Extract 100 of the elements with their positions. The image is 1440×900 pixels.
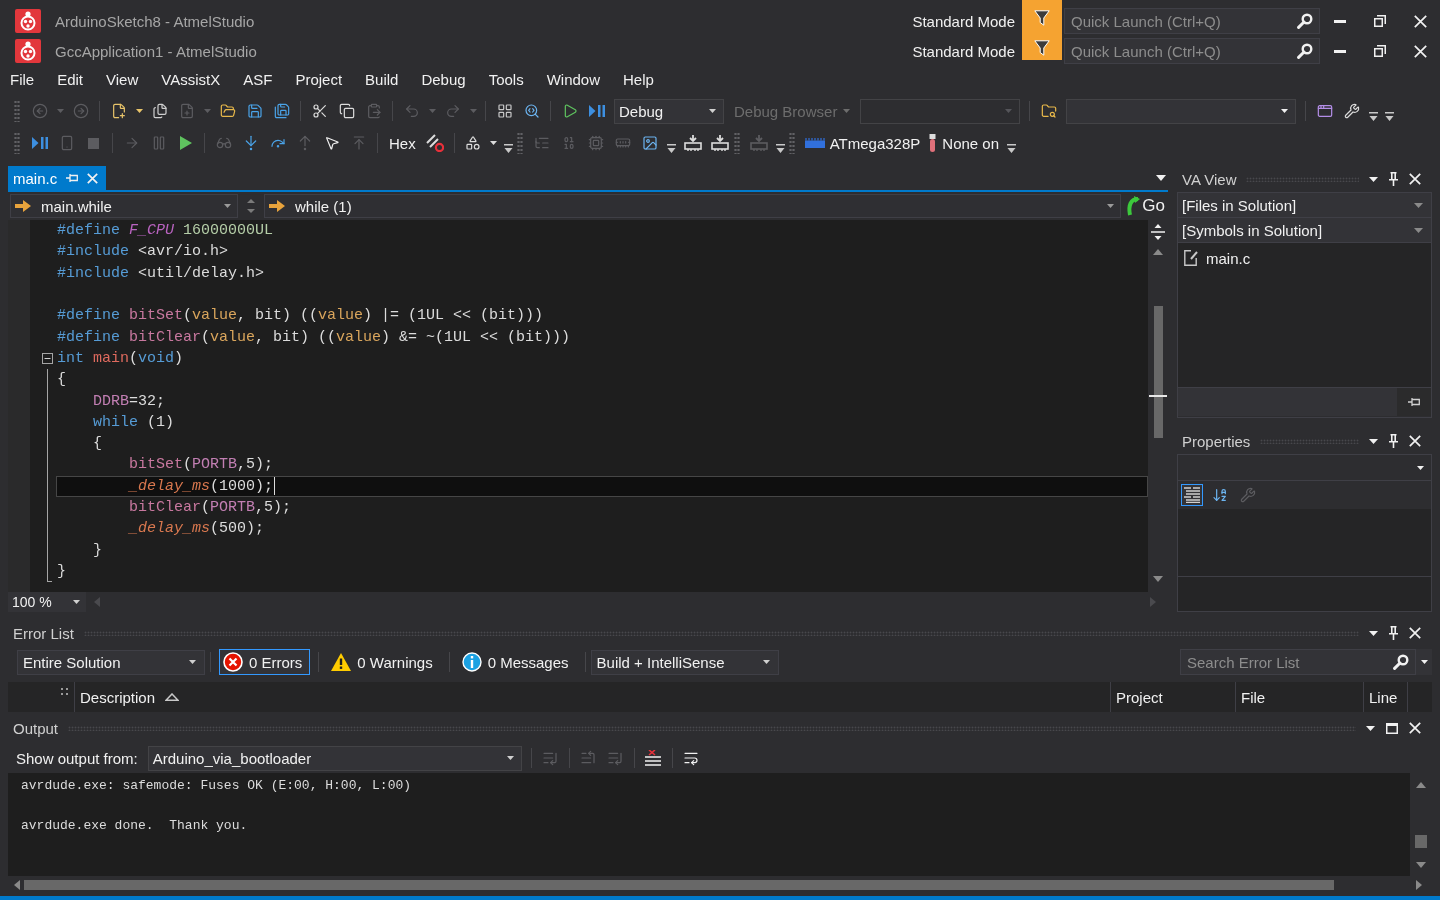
error-search-field[interactable]: Search Error List (1180, 649, 1416, 675)
caret-icon[interactable] (1369, 176, 1378, 182)
folder-icon[interactable] (219, 103, 236, 119)
word-wrap-icon[interactable] (683, 750, 700, 766)
scrollbar-thumb[interactable] (24, 880, 1334, 890)
source-dropdown[interactable]: Build + IntelliSense (590, 649, 779, 675)
scroll-down-icon[interactable] (1153, 576, 1163, 582)
column-header[interactable]: File (1236, 682, 1364, 712)
toolbar-overflow-icon[interactable] (1384, 112, 1394, 121)
maximize-icon[interactable] (1386, 722, 1398, 734)
caret-icon[interactable] (1369, 630, 1378, 636)
menu-item[interactable]: VAssistX (151, 69, 234, 91)
caret-icon[interactable] (135, 109, 143, 113)
title-grip[interactable] (68, 725, 1356, 731)
caret-icon[interactable] (490, 141, 498, 145)
menu-item[interactable]: Window (536, 69, 613, 91)
minimize-icon[interactable] (1334, 49, 1346, 53)
dots-icon[interactable] (61, 688, 68, 695)
pin-icon[interactable] (1389, 172, 1398, 186)
filter-button[interactable] (1022, 0, 1062, 36)
close-icon[interactable] (1413, 44, 1427, 58)
menu-item[interactable]: ASF (233, 69, 286, 91)
filter-toggle[interactable]: 0 Warnings (327, 649, 441, 675)
menu-item[interactable]: Tools (478, 69, 537, 91)
filter-button[interactable] (1022, 36, 1062, 60)
menu-item[interactable]: Project (285, 69, 356, 91)
slashes-circle-icon[interactable] (426, 134, 445, 152)
toolbar-overflow-icon[interactable] (1006, 144, 1016, 153)
scope-dropdown[interactable]: main.while (10, 194, 238, 218)
scroll-up-icon[interactable] (1416, 782, 1426, 788)
close-icon[interactable] (1409, 173, 1421, 185)
save-icon[interactable] (246, 103, 263, 119)
column-header[interactable]: Project (1111, 682, 1236, 712)
caret-icon[interactable] (1156, 175, 1166, 181)
chip-download-icon[interactable] (684, 135, 703, 151)
toolbar-overflow-icon[interactable] (667, 144, 677, 153)
scroll-right-icon[interactable] (1416, 880, 1422, 890)
quick-launch-field[interactable]: Quick Launch (Ctrl+Q) (1064, 38, 1320, 64)
shapes-icon[interactable] (465, 135, 482, 151)
member-dropdown[interactable]: while (1) (264, 194, 1122, 218)
tool-button[interactable]: None on (924, 131, 1003, 155)
menu-item[interactable]: Build (355, 69, 412, 91)
title-grip[interactable] (1260, 438, 1359, 444)
search-icon[interactable] (1297, 43, 1313, 59)
list-x-icon[interactable] (645, 750, 662, 766)
collapse-icon[interactable] (42, 352, 53, 364)
scroll-up-icon[interactable] (1153, 249, 1163, 255)
file-plus-icon[interactable] (110, 103, 127, 119)
pin-button[interactable] (1397, 388, 1431, 416)
filter-toggle[interactable]: 0 Errors (219, 649, 311, 675)
save-all-icon[interactable] (273, 103, 290, 119)
arrows-bar-icon[interactable] (1151, 224, 1165, 240)
restore-icon[interactable] (1374, 45, 1386, 57)
symbols-dropdown[interactable]: [Symbols in Solution] (1178, 218, 1431, 243)
caret-icon[interactable] (1366, 725, 1375, 731)
toolbar-grip[interactable] (788, 132, 795, 154)
column-header[interactable]: Description (75, 682, 1111, 712)
spin-arrows-icon[interactable] (247, 198, 255, 214)
toolbar-grip[interactable] (14, 100, 20, 122)
filter-toggle[interactable]: 0 Messages (457, 649, 577, 675)
caret-icon[interactable] (1420, 660, 1428, 664)
toolbar-overflow-icon[interactable] (776, 144, 786, 153)
pointer-icon[interactable] (323, 135, 340, 151)
go-button[interactable]: Go (1125, 194, 1166, 218)
play-pause-icon[interactable] (31, 137, 48, 149)
zoom-dropdown[interactable]: 100 % (8, 592, 86, 612)
menu-item[interactable]: View (96, 69, 152, 91)
quick-launch-field[interactable]: Quick Launch (Ctrl+Q) (1064, 8, 1320, 34)
close-icon[interactable] (1409, 722, 1421, 734)
title-grip[interactable] (1246, 176, 1359, 182)
hex-toggle[interactable]: Hex (383, 131, 422, 155)
menu-item[interactable]: File (0, 69, 48, 91)
files-dropdown[interactable]: [Files in Solution] (1178, 193, 1431, 218)
close-icon[interactable] (1409, 627, 1421, 639)
menu-item[interactable]: Help (613, 69, 667, 91)
menu-item[interactable]: Debug (411, 69, 479, 91)
output-source-dropdown[interactable]: Arduino_via_bootloader (147, 745, 522, 771)
file-item[interactable]: main.c (1184, 247, 1431, 269)
chip-download-icon[interactable] (711, 135, 730, 151)
play-pause-icon[interactable] (588, 105, 605, 117)
title-grip[interactable] (83, 630, 1359, 636)
scroll-down-icon[interactable] (1416, 862, 1426, 868)
toolbar-overflow-icon[interactable] (504, 144, 514, 153)
file-tab[interactable]: main.c (8, 166, 107, 190)
close-icon[interactable] (1409, 435, 1421, 447)
menu-item[interactable]: Edit (47, 69, 97, 91)
search-icon[interactable] (1297, 13, 1313, 29)
scroll-left-icon[interactable] (14, 880, 20, 890)
scissors-icon[interactable] (311, 103, 328, 119)
search-icon[interactable] (1393, 654, 1409, 670)
configuration-dropdown[interactable]: Debug (614, 98, 724, 124)
grid-icon[interactable] (496, 103, 513, 119)
va-search-field[interactable] (1178, 388, 1397, 416)
toolbar-grip[interactable] (516, 132, 523, 154)
close-icon[interactable] (1413, 14, 1427, 28)
search-icon[interactable] (523, 103, 540, 119)
scope-dropdown[interactable]: Entire Solution (17, 649, 205, 675)
folder-search-icon[interactable] (1040, 103, 1057, 119)
toolbar-grip[interactable] (733, 132, 740, 154)
scrollbar-thumb[interactable] (1415, 835, 1427, 848)
